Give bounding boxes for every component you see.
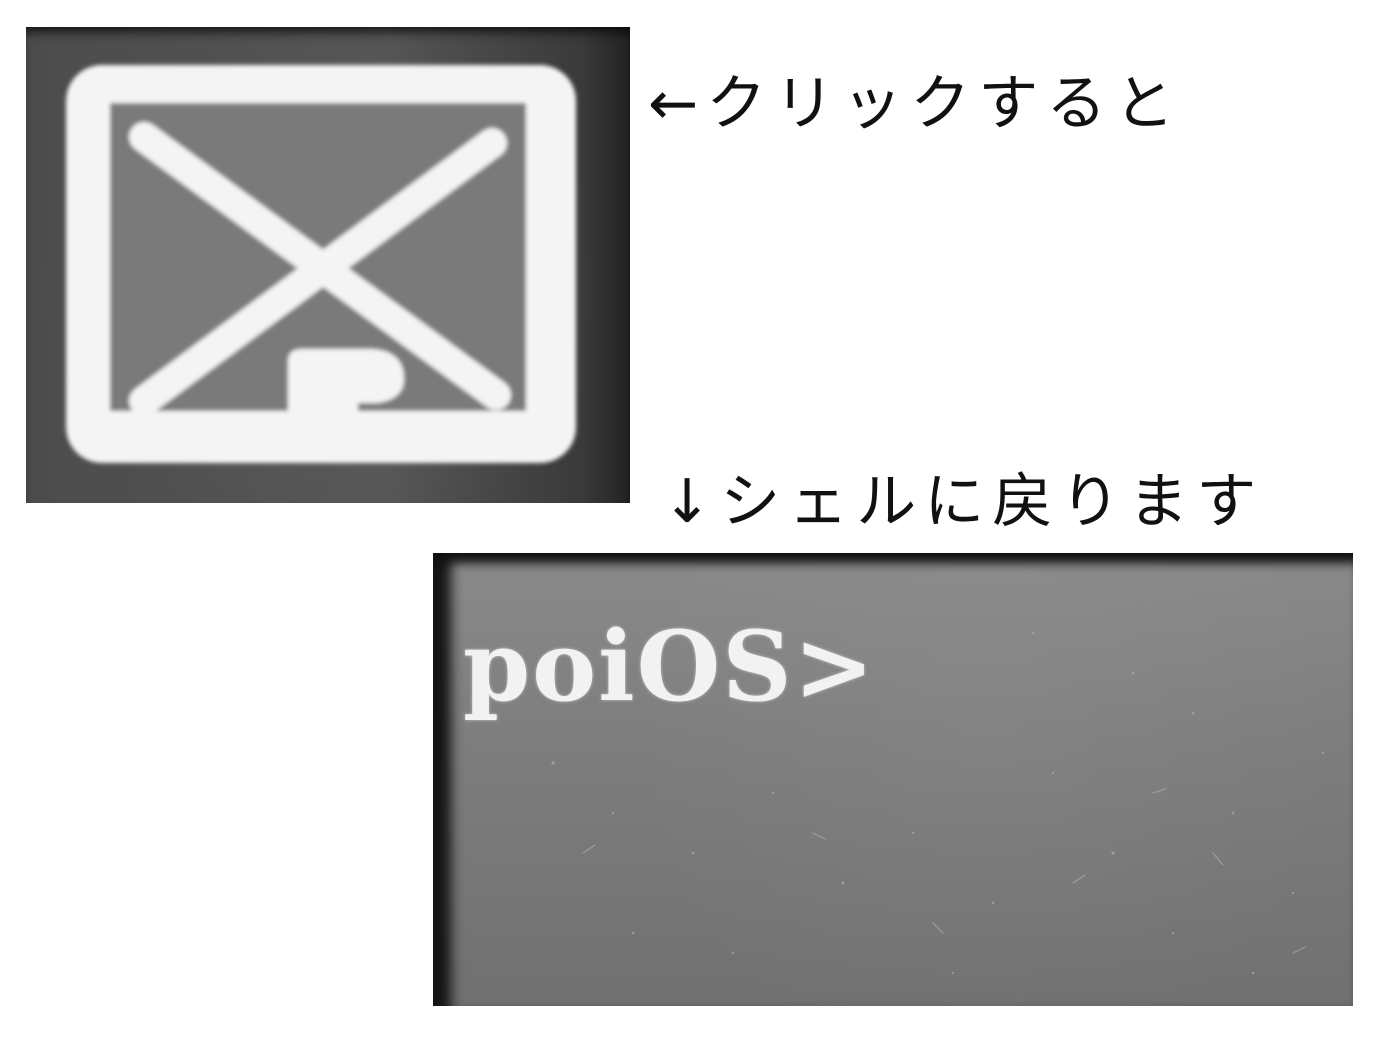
caption-return-to-shell: ↓シェルに戻ります (662, 467, 1265, 537)
close-window-icon[interactable] (26, 27, 630, 503)
shell-screen-photo: poiOS> (433, 553, 1353, 1006)
close-icon-photo[interactable] (26, 27, 630, 503)
shell-prompt: poiOS> (463, 610, 877, 723)
caption-click: ←クリックすると (648, 69, 1183, 139)
